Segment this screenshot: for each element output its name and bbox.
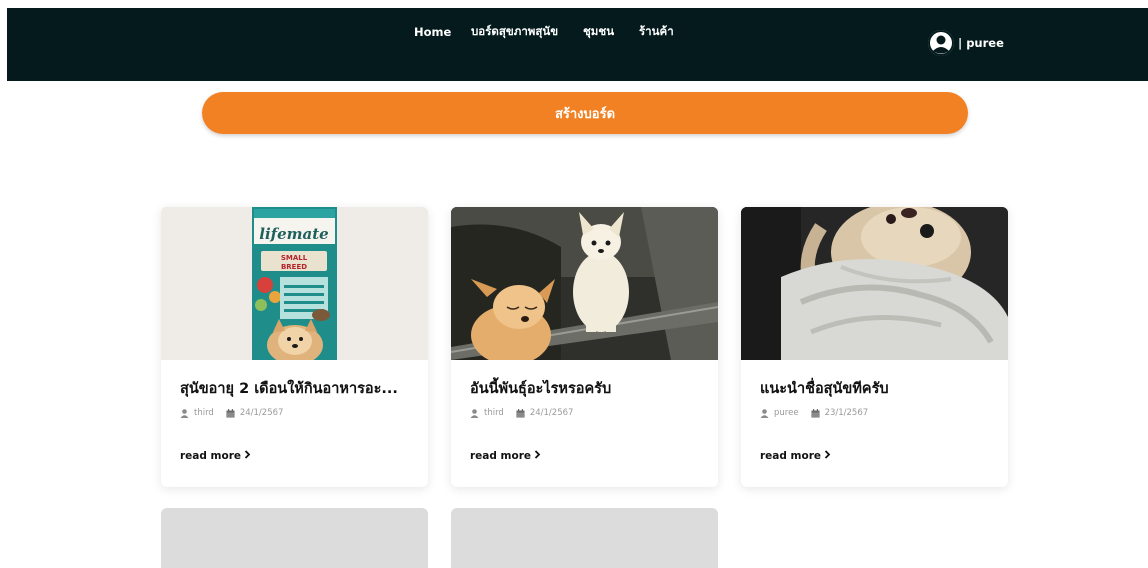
post-date: 23/1/2567 — [824, 408, 869, 418]
post-card-loading[interactable] — [161, 508, 428, 568]
read-more-link[interactable]: read more — [760, 450, 831, 462]
post-meta: puree 23/1/2567 — [760, 408, 868, 418]
post-image-dog-in-blanket — [741, 207, 1008, 360]
post-meta: third 24/1/2567 — [470, 408, 573, 418]
post-title[interactable]: อันนี้พันธุ์อะไรหรอครับ — [470, 377, 705, 400]
post-image-dogs-in-car — [451, 207, 718, 360]
calendar-icon — [226, 408, 235, 418]
create-board-button[interactable]: สร้างบอร์ด — [202, 92, 968, 134]
post-author: puree — [774, 408, 799, 418]
nav-link-home[interactable]: Home — [414, 25, 451, 39]
calendar-icon — [811, 408, 820, 418]
read-more-link[interactable]: read more — [180, 450, 251, 462]
post-card-loading[interactable] — [451, 508, 718, 568]
username-label: | puree — [958, 36, 1004, 50]
post-title[interactable]: สุนัขอายุ 2 เดือนให้กินอาหารอะ... — [180, 377, 415, 400]
post-card[interactable]: แนะนำชื่อสุนัขทีครับ puree 23/1/2567 rea… — [741, 207, 1008, 487]
post-date: 24/1/2567 — [239, 408, 284, 418]
user-circle-icon — [928, 30, 954, 56]
post-image-dog-food: lifemate SMALL BREED — [161, 207, 428, 360]
chevron-right-icon — [244, 450, 251, 462]
user-menu[interactable]: | puree — [928, 30, 1004, 56]
chevron-right-icon — [534, 450, 541, 462]
read-more-label: read more — [760, 450, 822, 462]
post-date: 24/1/2567 — [529, 408, 574, 418]
read-more-label: read more — [180, 450, 242, 462]
read-more-label: read more — [470, 450, 532, 462]
nav-link-shop[interactable]: ร้านค้า — [639, 23, 674, 41]
post-card[interactable]: อันนี้พันธุ์อะไรหรอครับ third 24/1/2567 … — [451, 207, 718, 487]
svg-text:SMALL: SMALL — [281, 254, 308, 262]
bag-brand-text: lifemate — [259, 225, 328, 243]
post-author: third — [194, 408, 214, 418]
person-icon — [180, 408, 189, 418]
person-icon — [470, 408, 479, 418]
nav-link-community[interactable]: ชุมชน — [583, 23, 614, 41]
post-card[interactable]: lifemate SMALL BREED สุนัขอายุ 2 เดือนให… — [161, 207, 428, 487]
top-navbar: Home บอร์ดสุขภาพสุนัข ชุมชน ร้านค้า | pu… — [7, 8, 1148, 81]
person-icon — [760, 408, 769, 418]
svg-text:BREED: BREED — [281, 263, 307, 271]
read-more-link[interactable]: read more — [470, 450, 541, 462]
post-author: third — [484, 408, 504, 418]
chevron-right-icon — [824, 450, 831, 462]
post-meta: third 24/1/2567 — [180, 408, 283, 418]
calendar-icon — [516, 408, 525, 418]
post-title[interactable]: แนะนำชื่อสุนัขทีครับ — [760, 377, 995, 400]
nav-link-dog-health-board[interactable]: บอร์ดสุขภาพสุนัข — [471, 23, 558, 41]
